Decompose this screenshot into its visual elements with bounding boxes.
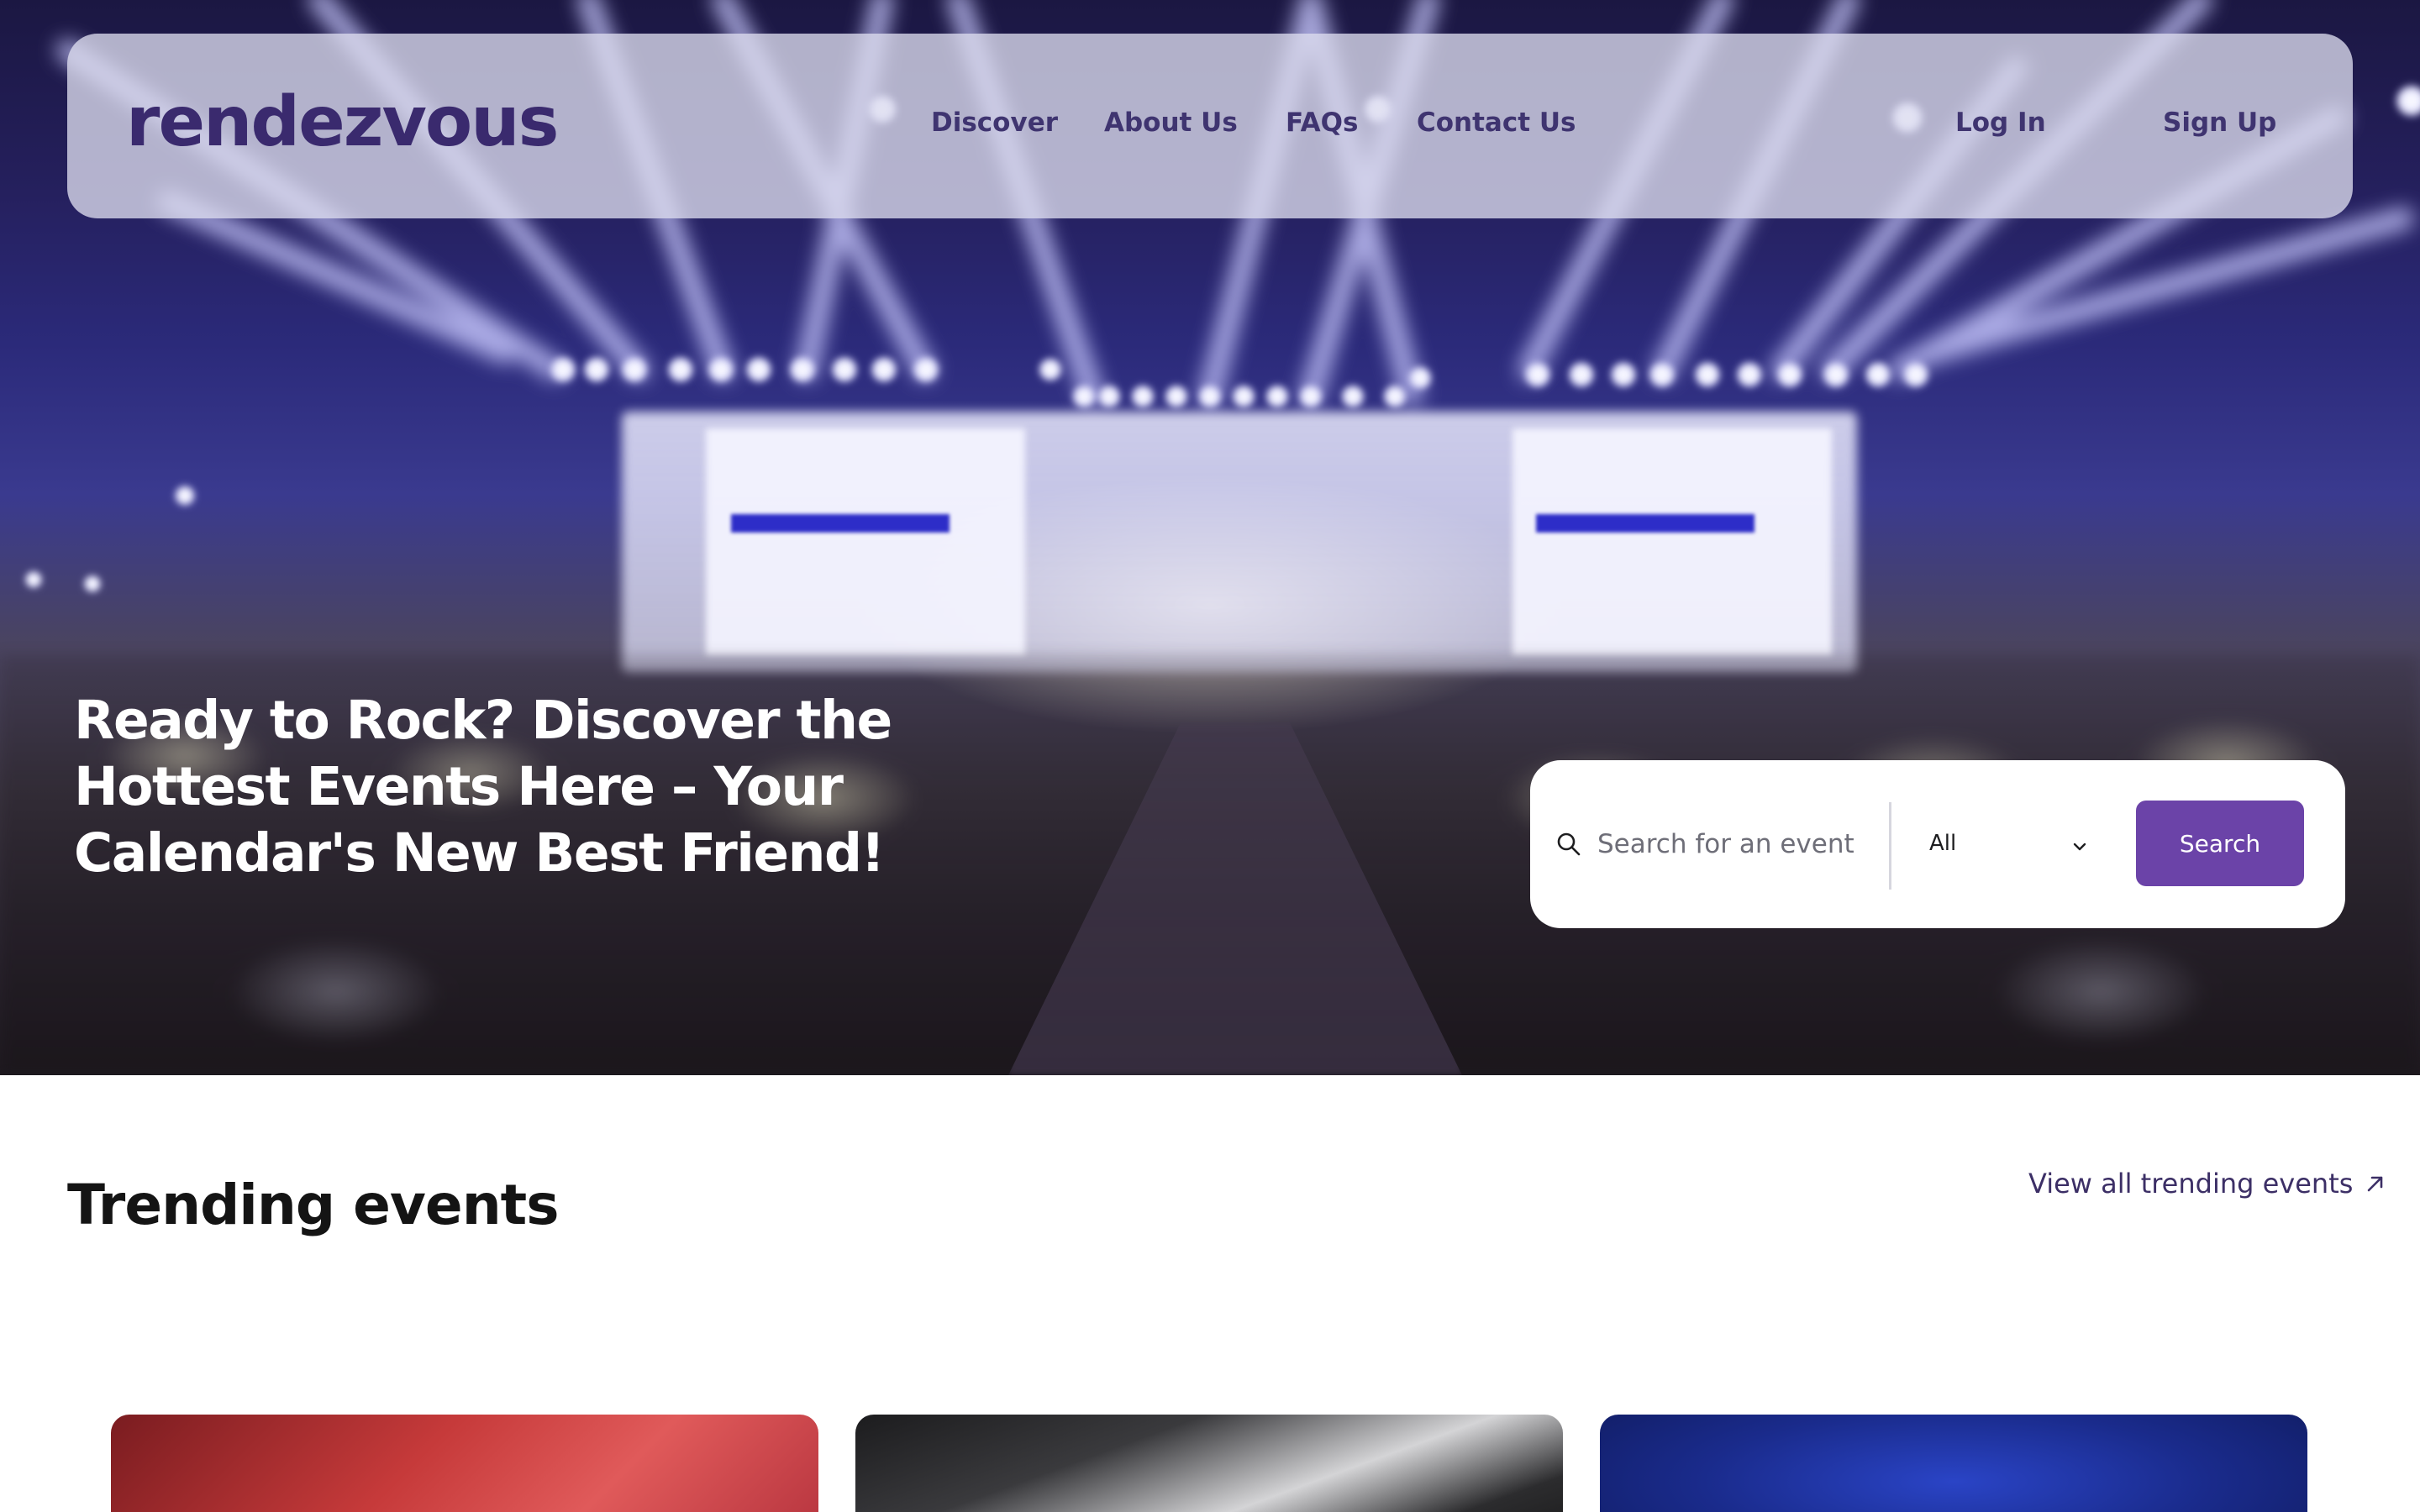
hero-section: rendezvous Discover About Us FAQs Contac… <box>0 0 2420 1075</box>
category-select-value: All <box>1929 831 1957 856</box>
nav-link-discover[interactable]: Discover <box>931 108 1058 138</box>
screen-banner-left <box>731 514 950 533</box>
nav-link-contact-us[interactable]: Contact Us <box>1417 108 1576 138</box>
trending-event-card[interactable] <box>855 1415 1563 1512</box>
screen-banner-right <box>1536 514 1754 533</box>
search-icon <box>1557 832 1581 856</box>
trending-section-title: Trending events <box>67 1173 560 1237</box>
nav-link-about-us[interactable]: About Us <box>1104 108 1238 138</box>
hero-headline: Ready to Rock? Discover the Hottest Even… <box>74 687 914 886</box>
category-select[interactable]: All <box>1912 814 2097 874</box>
view-all-trending-label: View all trending events <box>2028 1168 2354 1200</box>
login-link[interactable]: Log In <box>1955 108 2046 138</box>
hero-headline-line: Hottest Events Here – Your <box>74 756 844 817</box>
event-search-input[interactable] <box>1597 819 1875 869</box>
search-divider <box>1889 802 1891 890</box>
chevron-down-icon <box>2073 843 2086 851</box>
stage-screen-right <box>1512 428 1832 655</box>
top-navbar: rendezvous Discover About Us FAQs Contac… <box>67 34 2353 218</box>
trending-event-card[interactable] <box>111 1415 818 1512</box>
hero-headline-line: Calendar's New Best Friend! <box>74 822 885 884</box>
search-button[interactable]: Search <box>2136 801 2304 886</box>
brand-logo[interactable]: rendezvous <box>126 82 559 162</box>
signup-link[interactable]: Sign Up <box>2163 108 2276 138</box>
event-search-card: All Search <box>1530 760 2345 928</box>
hero-headline-line: Ready to Rock? Discover the <box>74 690 892 751</box>
arrow-up-right-icon <box>2368 1176 2383 1192</box>
view-all-trending-link[interactable]: View all trending events <box>2028 1168 2386 1200</box>
nav-link-faqs[interactable]: FAQs <box>1286 108 1358 138</box>
page: rendezvous Discover About Us FAQs Contac… <box>0 0 2420 1512</box>
trending-event-card[interactable] <box>1600 1415 2307 1512</box>
stage-screen-left <box>706 428 1025 655</box>
